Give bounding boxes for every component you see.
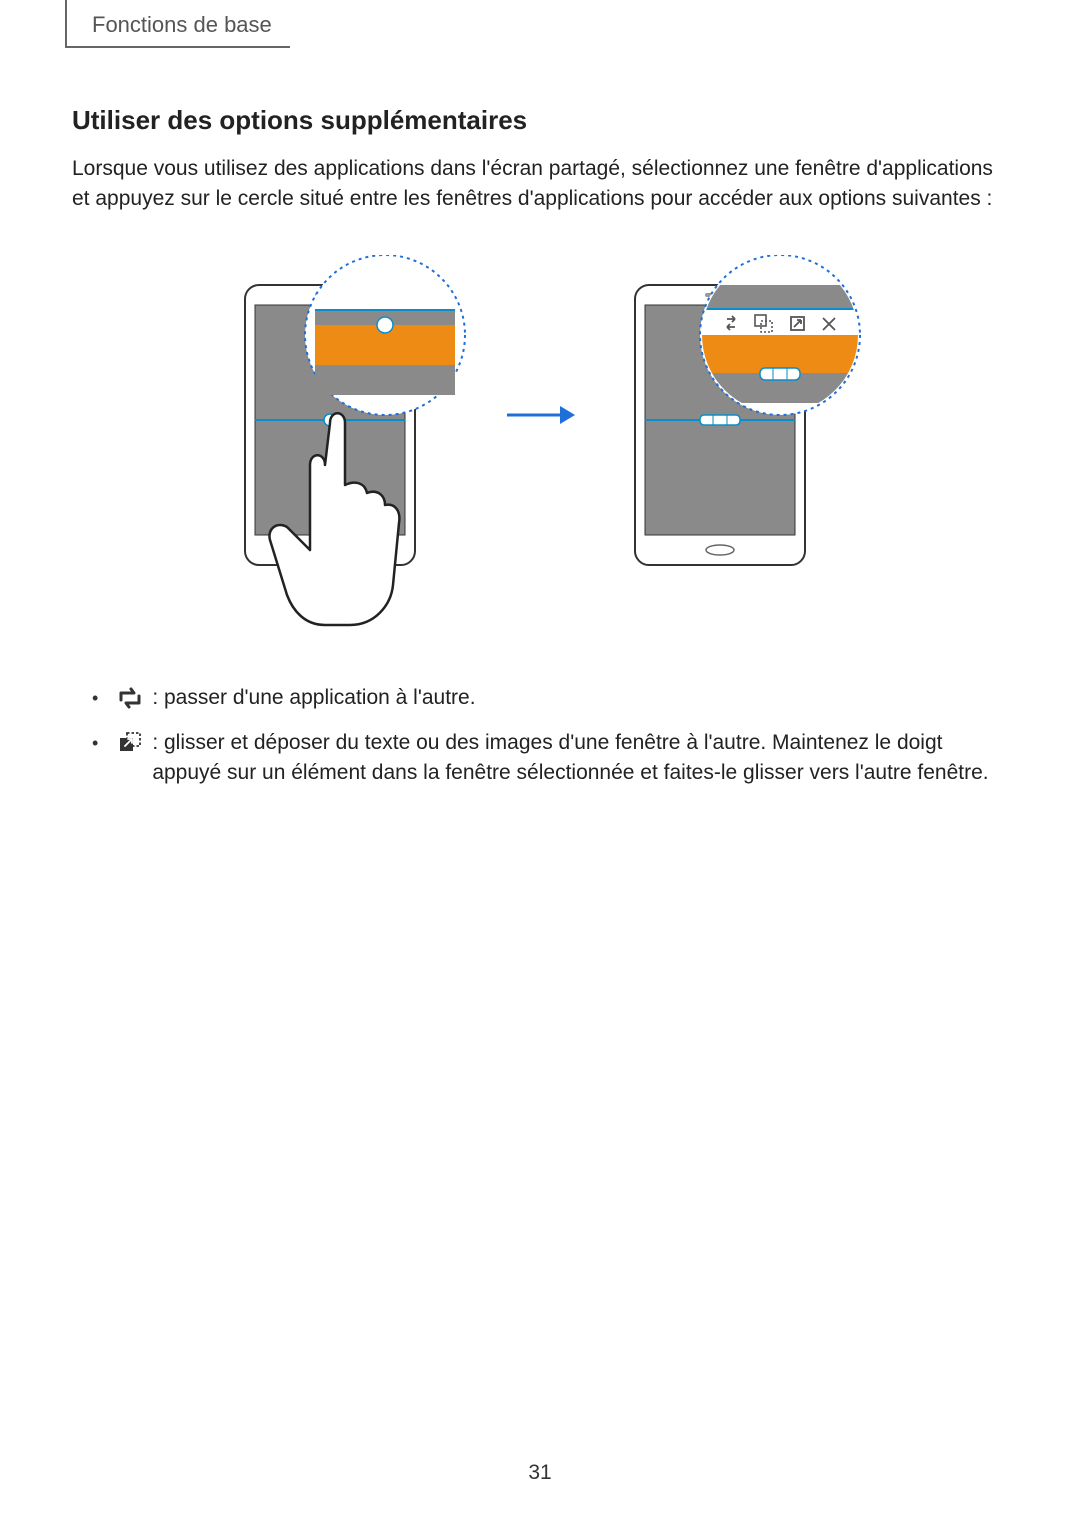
page-content: Utiliser des options supplémentaires Lor…	[72, 105, 1008, 803]
arrow-right-icon	[505, 400, 575, 430]
list-item: • : glisser et déposer du texte ou des i…	[92, 728, 1008, 789]
section-header-text: Fonctions de base	[92, 12, 272, 37]
bullet-marker: •	[92, 683, 98, 713]
intro-paragraph: Lorsque vous utilisez des applications d…	[72, 154, 1008, 215]
drag-drop-icon	[118, 732, 142, 759]
list-item: • : passer d'une application à l'autre.	[92, 683, 1008, 714]
page-heading: Utiliser des options supplémentaires	[72, 105, 1008, 136]
list-item-text: : glisser et déposer du texte ou des ima…	[152, 728, 1008, 789]
swap-icon	[118, 687, 142, 714]
list-item-text: : passer d'une application à l'autre.	[152, 683, 475, 713]
instruction-figure	[72, 255, 1008, 635]
phone-toolbar-illustration	[605, 255, 865, 595]
bullet-marker: •	[92, 728, 98, 758]
phone-tap-illustration	[215, 255, 475, 635]
bullet-list: • : passer d'une application à l'autre. …	[72, 683, 1008, 789]
page-number: 31	[0, 1461, 1080, 1485]
section-header: Fonctions de base	[65, 0, 290, 48]
